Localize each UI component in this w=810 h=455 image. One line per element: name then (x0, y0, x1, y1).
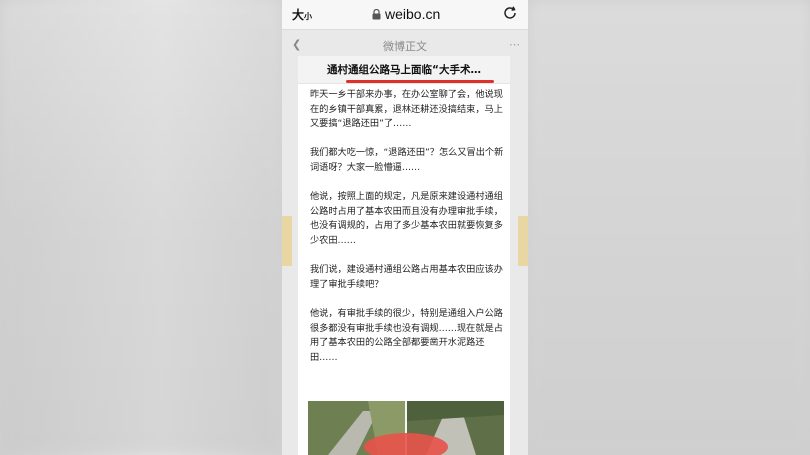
reload-icon[interactable] (502, 5, 518, 21)
title-underline (346, 80, 494, 83)
article-paragraph: 我们说，建设通村通组公路占用基本农田应该办理了审批手续吧？ (310, 264, 503, 290)
article-paragraph: 昨天一乡干部来办事，在办公室聊了会，他说现在的乡镇干部真累，退林还耕还没搞结束，… (310, 89, 503, 130)
lock-icon (372, 8, 381, 19)
more-icon[interactable]: ⋯ (509, 38, 520, 51)
article-title-bar: 通村通组公路马上面临“大手术… (298, 56, 510, 84)
road-photo-image (308, 401, 504, 455)
article-paragraph: 我们都大吃一惊，“退路还田”？怎么又冒出个新词语呀？大家一脸懵逼…… (310, 147, 504, 173)
background-page-title: 微博正文 (383, 40, 427, 53)
article-photo[interactable] (308, 401, 504, 455)
backdrop-left (0, 0, 282, 455)
background-banner-left (282, 216, 292, 266)
url-display[interactable]: weibo.cn (372, 6, 440, 22)
backdrop-right (528, 0, 810, 455)
article-card: 通村通组公路马上面临“大手术… 昨天一乡干部来办事，在办公室聊了会，他说现在的乡… (298, 56, 510, 455)
article-paragraph: 他说，按照上面的规定，凡是原来建设通村通组公路时占用了基本农田而且没有办理审批手… (310, 191, 503, 246)
text-size-small: 小 (304, 12, 313, 21)
article-body: 昨天一乡干部来办事，在办公室聊了会，他说现在的乡镇干部真累，退林还耕还没搞结束，… (310, 88, 504, 380)
browser-address-bar[interactable]: 大小 weibo.cn (282, 0, 528, 30)
text-size-large: 大 (292, 8, 305, 22)
phone-screen: 大小 weibo.cn ❮ 微博正文 ⋯ 通村通组公路马上面临“大手术… 昨天一… (282, 0, 528, 455)
article-paragraph: 他说，有审批手续的很少，特别是通组入户公路很多都没有审批手续也没有调规……现在就… (310, 307, 503, 363)
domain-text: weibo.cn (385, 6, 441, 22)
article-title: 通村通组公路马上面临“大手术… (327, 64, 481, 76)
background-banner-right (518, 216, 528, 266)
text-size-button[interactable]: 大小 (292, 6, 312, 23)
